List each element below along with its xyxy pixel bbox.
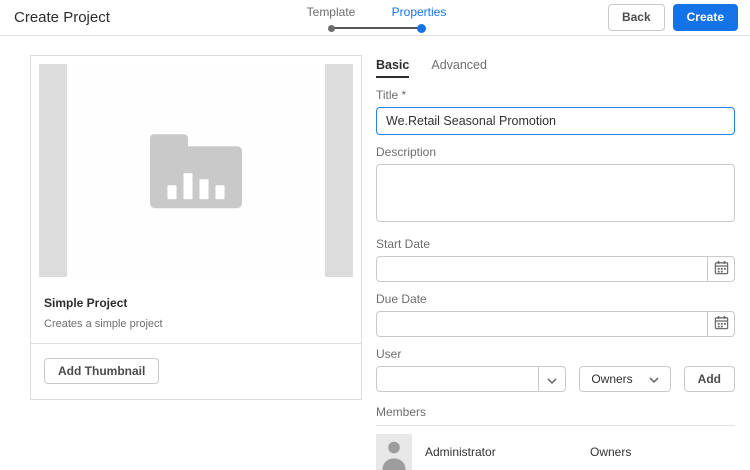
- members-label: Members: [376, 405, 427, 419]
- template-card: Simple Project Creates a simple project …: [30, 55, 362, 401]
- role-select-value: Owners: [591, 372, 633, 386]
- thumbnail-right-strip: [325, 64, 353, 277]
- calendar-icon: [714, 315, 729, 333]
- due-date-group: [376, 311, 735, 337]
- user-row: Owners Add: [376, 366, 735, 392]
- create-project-wizard: { "header": { "title": "Create Project",…: [0, 0, 750, 470]
- user-label: User: [376, 347, 402, 361]
- header-actions: Back Create: [607, 4, 738, 31]
- stepper-labels: Template Properties: [287, 5, 463, 19]
- user-input[interactable]: [376, 366, 540, 392]
- due-date-calendar-button[interactable]: [708, 311, 735, 337]
- start-date-input[interactable]: [376, 256, 708, 282]
- calendar-icon: [714, 260, 729, 278]
- person-icon: [376, 434, 412, 470]
- template-title: Simple Project: [44, 296, 128, 310]
- template-thumbnail: [39, 64, 353, 277]
- chevron-down-icon: [547, 372, 557, 387]
- wizard-stepper: Template Properties: [287, 5, 463, 34]
- step-template[interactable]: Template: [287, 5, 375, 19]
- add-thumbnail-button[interactable]: Add Thumbnail: [44, 358, 160, 385]
- member-row[interactable]: Administrator Owners: [376, 426, 735, 470]
- folder-chart-icon: [150, 133, 242, 208]
- start-date-label: Start Date: [376, 237, 431, 251]
- properties-form: Basic Advanced Title * Description Start…: [376, 55, 735, 470]
- due-date-input[interactable]: [376, 311, 708, 337]
- form-tabs: Basic Advanced: [376, 58, 735, 78]
- page-title: Create Project: [14, 9, 110, 26]
- chevron-down-icon: [649, 372, 659, 386]
- add-user-button[interactable]: Add: [683, 366, 735, 392]
- template-card-footer: Add Thumbnail: [31, 343, 361, 399]
- step-properties-dot: [417, 23, 426, 33]
- stepper-line: [333, 27, 421, 29]
- user-dropdown-button[interactable]: [539, 366, 567, 392]
- description-input[interactable]: [376, 164, 735, 222]
- thumbnail-left-strip: [39, 64, 67, 277]
- back-button[interactable]: Back: [607, 4, 665, 31]
- title-label: Title *: [376, 88, 407, 102]
- start-date-group: [376, 256, 735, 282]
- role-select[interactable]: Owners: [579, 366, 671, 392]
- create-button[interactable]: Create: [672, 4, 738, 31]
- stepper-track: [287, 23, 463, 34]
- title-input[interactable]: [376, 107, 735, 135]
- main-content: Simple Project Creates a simple project …: [0, 36, 750, 470]
- tab-basic[interactable]: Basic: [376, 58, 410, 78]
- step-properties[interactable]: Properties: [375, 5, 463, 19]
- description-label: Description: [376, 145, 437, 159]
- wizard-header: Create Project Template Properties Back …: [0, 0, 750, 36]
- start-date-calendar-button[interactable]: [708, 256, 735, 282]
- template-card-meta: Simple Project Creates a simple project: [31, 285, 361, 343]
- template-panel: Simple Project Creates a simple project …: [30, 55, 362, 470]
- step-template-dot: [328, 24, 335, 32]
- tab-advanced[interactable]: Advanced: [431, 58, 487, 78]
- avatar: [376, 434, 412, 470]
- template-description: Creates a simple project: [44, 318, 163, 330]
- due-date-label: Due Date: [376, 292, 427, 306]
- member-name: Administrator: [425, 445, 496, 459]
- member-role: Owners: [590, 445, 632, 459]
- user-combobox: [376, 366, 567, 392]
- bar-chart-glyph: [167, 172, 225, 199]
